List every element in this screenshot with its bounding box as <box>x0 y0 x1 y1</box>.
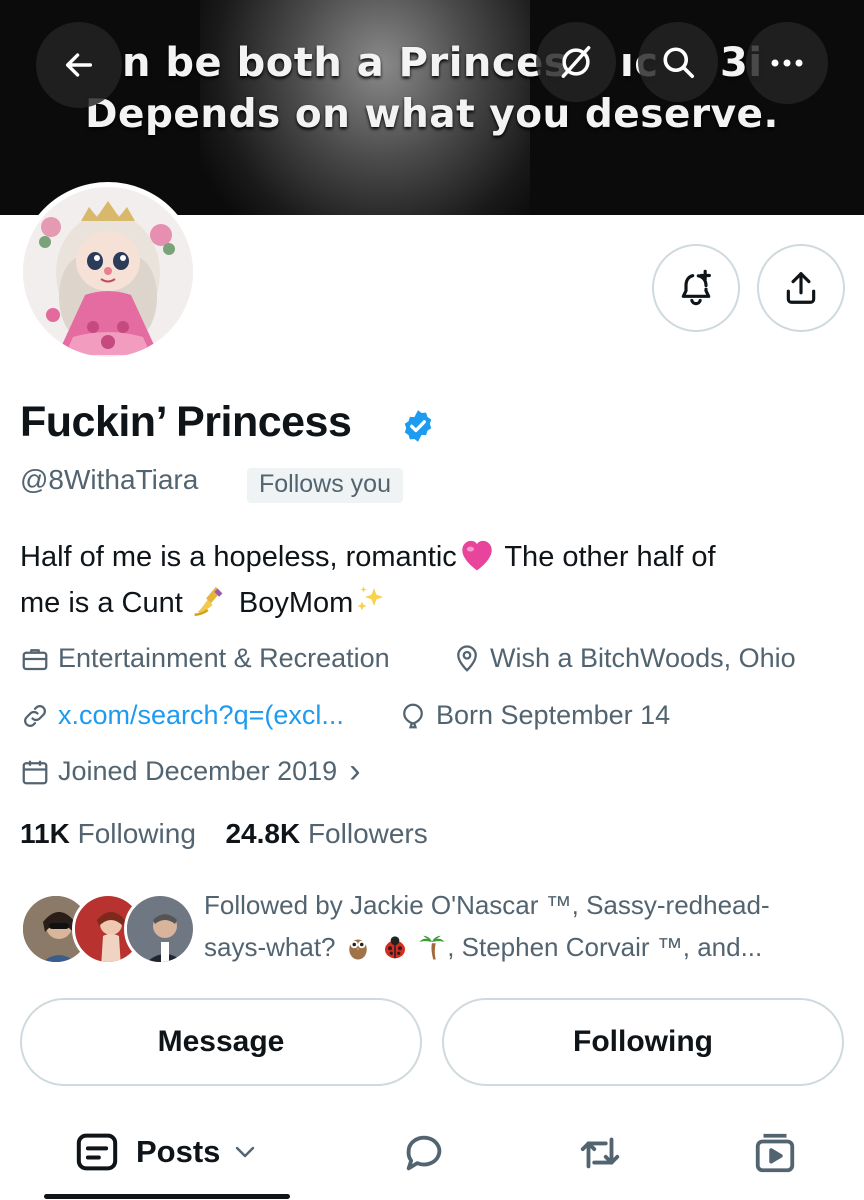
tab-replies[interactable] <box>400 1130 448 1176</box>
bell-plus-icon <box>681 269 711 306</box>
share-button[interactable] <box>757 244 845 332</box>
profile-location: Wish a BitchWoods, Ohio <box>452 643 796 674</box>
tab-reposts[interactable] <box>574 1130 626 1176</box>
chevron-down-icon <box>236 1146 255 1158</box>
more-button[interactable] <box>746 22 828 104</box>
mute-button[interactable] <box>536 22 616 102</box>
active-tab-indicator <box>44 1194 290 1199</box>
ladybug-icon <box>384 936 405 959</box>
balloon-icon <box>403 703 423 728</box>
briefcase-icon <box>22 648 48 670</box>
calendar-icon <box>22 760 48 784</box>
location-pin-icon <box>457 644 477 672</box>
slash-circle-icon <box>561 46 591 78</box>
following-button[interactable]: Following <box>442 998 844 1086</box>
followers-stat[interactable]: 24.8K Followers <box>225 818 427 849</box>
handle: @8WithaTiara <box>20 464 199 495</box>
search-button[interactable] <box>638 22 718 102</box>
followed-by-text[interactable]: Followed by Jackie O'Nascar ™, Sassy-red… <box>204 884 844 968</box>
avatar-image <box>23 187 193 357</box>
profile-banner[interactable]: n be both a Princes ıc 3i Depends on wha… <box>0 0 864 215</box>
profile-tab-bar: Posts <box>0 1116 864 1200</box>
chevron-right-icon: › <box>349 752 361 790</box>
follows-you-badge: Follows you <box>247 468 403 503</box>
pink-heart-icon <box>462 540 492 571</box>
banner-text-line2: Depends on what you deserve. <box>85 92 779 137</box>
following-stat[interactable]: 11K Following <box>20 818 196 849</box>
followed-by-avatars[interactable] <box>20 893 196 969</box>
message-button[interactable]: Message <box>20 998 422 1086</box>
notify-button[interactable] <box>652 244 740 332</box>
profile-joined-date[interactable]: Joined December 2019 › <box>20 752 361 790</box>
nail-polish-icon <box>194 586 223 616</box>
posts-icon <box>76 1133 118 1171</box>
tab-posts[interactable]: Posts <box>74 1132 272 1172</box>
owl-icon <box>348 939 367 960</box>
arrow-left-icon <box>65 53 93 77</box>
follow-stats: 11K Following 24.8K Followers <box>20 818 428 850</box>
palm-tree-icon <box>419 935 445 960</box>
media-icon <box>755 1133 795 1173</box>
display-name: Fuckin’ Princess <box>20 398 352 446</box>
profile-birthday: Born September 14 <box>398 700 670 731</box>
share-icon <box>786 272 816 304</box>
profile-category: Entertainment & Recreation <box>20 643 390 674</box>
repost-icon <box>580 1137 620 1169</box>
bio: Half of me is a hopeless, romantic The o… <box>20 534 850 626</box>
sparkles-icon <box>357 586 384 611</box>
back-button[interactable] <box>36 22 122 108</box>
verified-badge-icon <box>404 410 432 442</box>
reply-bubble-icon <box>406 1135 442 1171</box>
profile-avatar[interactable] <box>18 182 198 362</box>
tab-media[interactable] <box>750 1130 800 1176</box>
link-icon <box>24 704 46 727</box>
search-icon <box>663 47 695 79</box>
profile-website-link[interactable]: x.com/search?q=(excl... <box>20 700 344 731</box>
follower-avatar <box>124 893 196 965</box>
more-dots-icon <box>771 59 803 67</box>
